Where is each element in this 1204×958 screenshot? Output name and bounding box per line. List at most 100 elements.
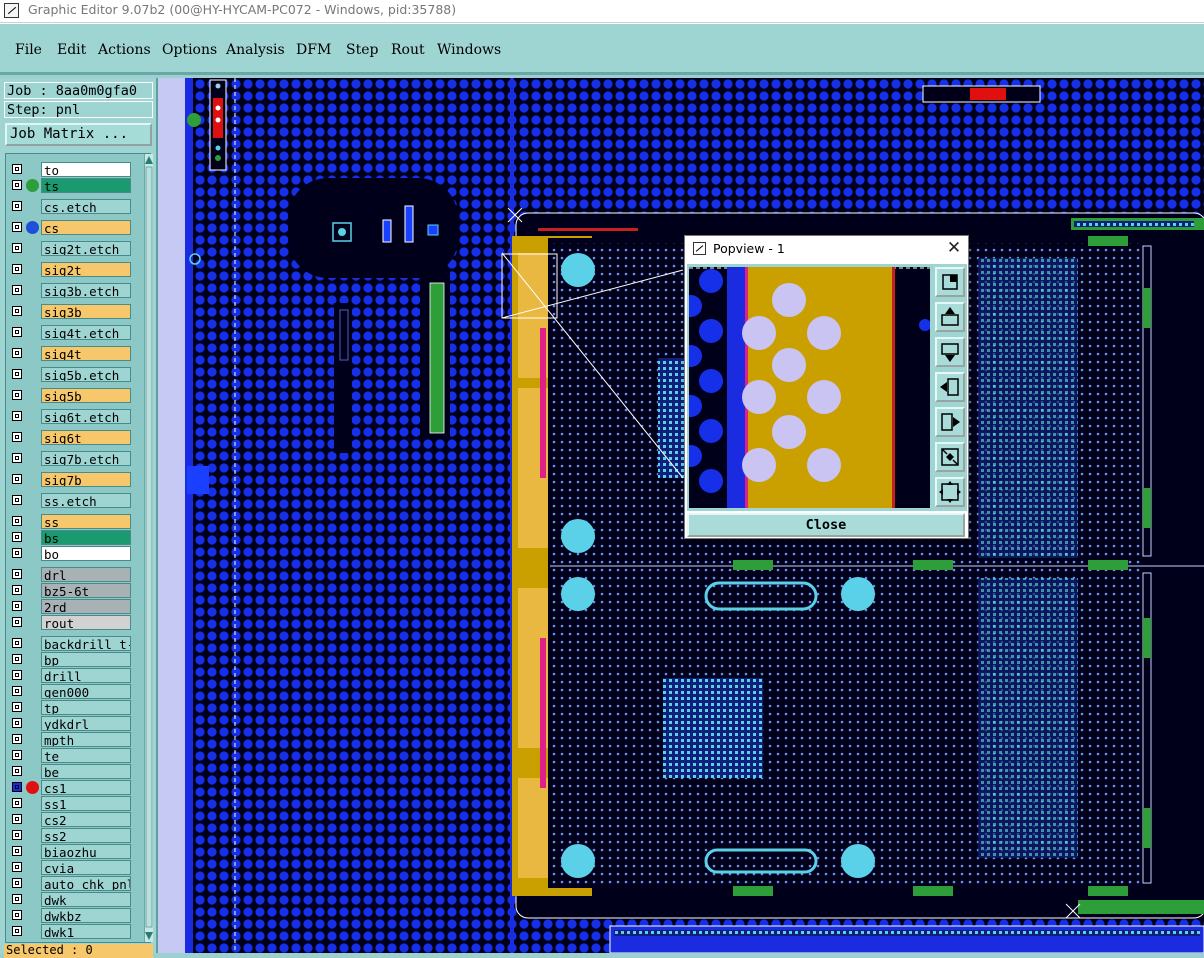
layer-row[interactable]: dwk1	[9, 924, 131, 939]
layer-row[interactable]: bp	[9, 652, 131, 667]
layer-name[interactable]: dwk1	[41, 924, 131, 939]
layer-checkbox[interactable]	[12, 734, 22, 744]
layer-name[interactable]: cvia	[41, 860, 131, 875]
layer-checkbox[interactable]	[12, 654, 22, 664]
layer-checkbox[interactable]	[12, 862, 22, 872]
board-canvas[interactable]	[158, 78, 1204, 953]
zoom-in-icon[interactable]	[935, 442, 965, 472]
layer-name[interactable]: bs	[41, 530, 131, 545]
layer-name[interactable]: ss2	[41, 828, 131, 843]
pan-right-icon[interactable]	[935, 407, 965, 437]
layer-row[interactable]: dwk	[9, 892, 131, 907]
popview-canvas[interactable]	[689, 267, 930, 508]
layer-name[interactable]: ss1	[41, 796, 131, 811]
layer-row[interactable]: sig4t	[9, 346, 131, 361]
layer-row[interactable]: sig6t.etch	[9, 409, 131, 424]
layer-row[interactable]: sig4t.etch	[9, 325, 131, 340]
layer-name[interactable]: be	[41, 764, 131, 779]
layer-checkbox[interactable]	[12, 782, 22, 792]
menu-edit[interactable]: Edit	[57, 42, 86, 58]
layer-row[interactable]: ss2	[9, 828, 131, 843]
layer-checkbox[interactable]	[12, 878, 22, 888]
layer-row[interactable]: gen000	[9, 684, 131, 699]
layer-checkbox[interactable]	[12, 516, 22, 526]
layer-row[interactable]: te	[9, 748, 131, 763]
layer-name[interactable]: drill	[41, 668, 131, 683]
layer-checkbox[interactable]	[12, 180, 22, 190]
layer-row[interactable]: mpth	[9, 732, 131, 747]
menu-dfm[interactable]: DFM	[296, 42, 331, 58]
layer-checkbox[interactable]	[12, 894, 22, 904]
layer-name[interactable]: ts	[41, 178, 131, 193]
layer-row[interactable]: sig6t	[9, 430, 131, 445]
layer-checkbox[interactable]	[12, 670, 22, 680]
layer-name[interactable]: cs2	[41, 812, 131, 827]
layer-checkbox[interactable]	[12, 348, 22, 358]
layer-checkbox[interactable]	[12, 222, 22, 232]
layer-name[interactable]: sig7b.etch	[41, 451, 131, 466]
layer-row[interactable]: be	[9, 764, 131, 779]
menu-actions[interactable]: Actions	[98, 42, 151, 58]
layer-checkbox[interactable]	[12, 718, 22, 728]
layer-row[interactable]: sig2t.etch	[9, 241, 131, 256]
layer-name[interactable]: bp	[41, 652, 131, 667]
layer-row[interactable]: backdrill_t-	[9, 636, 131, 651]
layer-row[interactable]: to	[9, 162, 131, 177]
layer-checkbox[interactable]	[12, 814, 22, 824]
layer-name[interactable]: bo	[41, 546, 131, 561]
layer-name[interactable]: biaozhu	[41, 844, 131, 859]
layer-row[interactable]: 2rd	[9, 599, 131, 614]
layer-checkbox[interactable]	[12, 830, 22, 840]
layer-row[interactable]: cs2	[9, 812, 131, 827]
layer-checkbox[interactable]	[12, 910, 22, 920]
menu-file[interactable]: File	[15, 42, 42, 58]
layer-name[interactable]: gen000	[41, 684, 131, 699]
layer-row[interactable]: sig5b.etch	[9, 367, 131, 382]
close-button[interactable]: Close	[687, 513, 965, 537]
layer-checkbox[interactable]	[12, 569, 22, 579]
layer-row[interactable]: bz5-6t	[9, 583, 131, 598]
layer-name[interactable]: cs1	[41, 780, 131, 795]
layer-name[interactable]: sig6t	[41, 430, 131, 445]
layer-name[interactable]: to	[41, 162, 131, 177]
layer-name[interactable]: tp	[41, 700, 131, 715]
layer-checkbox[interactable]	[12, 532, 22, 542]
layer-checkbox[interactable]	[12, 846, 22, 856]
layer-row[interactable]: bs	[9, 530, 131, 545]
layer-name[interactable]: cs	[41, 220, 131, 235]
layer-name[interactable]: sig3b.etch	[41, 283, 131, 298]
layer-row[interactable]: sig2t	[9, 262, 131, 277]
layer-checkbox[interactable]	[12, 750, 22, 760]
layer-checkbox[interactable]	[12, 243, 22, 253]
layer-name[interactable]: sig5b	[41, 388, 131, 403]
layer-row[interactable]: sig5b	[9, 388, 131, 403]
layer-name[interactable]: te	[41, 748, 131, 763]
layer-name[interactable]: dwkbz	[41, 908, 131, 923]
layer-row[interactable]: sig7b.etch	[9, 451, 131, 466]
layer-row[interactable]: dwkbz	[9, 908, 131, 923]
layer-list[interactable]: to ts cs.etch cs sig2t.etch sig2t sig3b.etch si…	[5, 153, 153, 943]
layer-checkbox[interactable]	[12, 601, 22, 611]
layer-checkbox[interactable]	[12, 474, 22, 484]
layer-name[interactable]: sig4t.etch	[41, 325, 131, 340]
layer-row[interactable]: cs1	[9, 780, 131, 795]
layer-name[interactable]: drl	[41, 567, 131, 582]
layer-checkbox[interactable]	[12, 306, 22, 316]
layer-checkbox[interactable]	[12, 453, 22, 463]
layer-name[interactable]: sig3b	[41, 304, 131, 319]
layer-row[interactable]: biaozhu	[9, 844, 131, 859]
layer-name[interactable]: sig7b	[41, 472, 131, 487]
layer-checkbox[interactable]	[12, 617, 22, 627]
zoom-out-icon[interactable]	[935, 477, 965, 507]
layer-checkbox[interactable]	[12, 201, 22, 211]
layer-checkbox[interactable]	[12, 766, 22, 776]
layer-checkbox[interactable]	[12, 164, 22, 174]
pan-left-icon[interactable]	[935, 372, 965, 402]
layer-row[interactable]: drl	[9, 567, 131, 582]
layer-name[interactable]: dwk	[41, 892, 131, 907]
layer-row[interactable]: ts	[9, 178, 131, 193]
zoom-fit-icon[interactable]	[935, 267, 965, 297]
layer-name[interactable]: ydkdrl	[41, 716, 131, 731]
layer-checkbox[interactable]	[12, 327, 22, 337]
menu-step[interactable]: Step	[346, 42, 378, 58]
